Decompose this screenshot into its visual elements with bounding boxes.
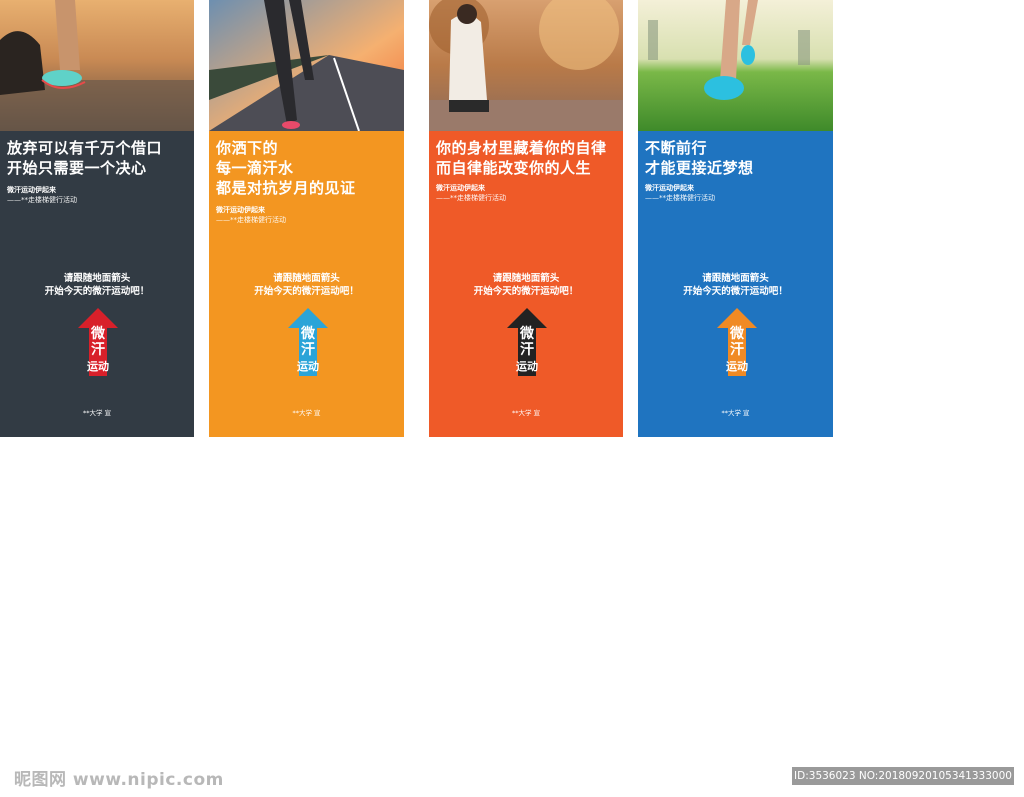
arrow-logo-text-1: 微 — [300, 325, 316, 342]
arrow-logo-text-2: 汗 — [520, 341, 534, 358]
headline: 不断前行 才能更接近梦想 — [645, 139, 754, 177]
headline: 你的身材里藏着你的自律 而自律能改变你的人生 — [436, 139, 607, 177]
instruction-line-1: 请跟随地面箭头 — [702, 273, 769, 284]
arrow-logo-text-2: 汗 — [730, 341, 744, 358]
event-name: ——**走楼梯健行活动 — [436, 194, 506, 202]
poster-banner-2: 你洒下的 每一滴汗水 都是对抗岁月的见证 微汗运动伊起来 ——**走楼梯健行活动… — [209, 0, 404, 437]
headline: 放弃可以有千万个借口 开始只需要一个决心 — [7, 139, 163, 177]
watermark-site-logo: 昵图网 www.nipic.com — [14, 770, 224, 790]
tagline: 微汗运动伊起来 — [216, 206, 265, 214]
instruction-line-1: 请跟随地面箭头 — [492, 273, 560, 284]
photo-road-runner — [209, 0, 404, 131]
poster-banner-3: 你的身材里藏着你的自律 而自律能改变你的人生 微汗运动伊起来 ——**走楼梯健行… — [429, 0, 623, 437]
event-name: ——**走楼梯健行活动 — [7, 196, 77, 204]
arrow-logo-text-1: 微 — [519, 325, 535, 342]
watermark-id-label: ID:3536023 NO:20180920105341333000 — [792, 767, 1014, 785]
arrow-logo-text-2: 汗 — [91, 341, 105, 358]
tagline: 微汗运动伊起来 — [7, 186, 56, 194]
arrow-logo-text-1: 微 — [90, 325, 106, 342]
poster-banner-4: 不断前行 才能更接近梦想 微汗运动伊起来 ——**走楼梯健行活动 请跟随地面箭头… — [638, 0, 833, 437]
instruction-text: 请跟随地面箭头 开始今天的微汗运动吧！ — [209, 272, 404, 298]
arrow-logo-text-3: 运动 — [726, 359, 748, 373]
arrow-logo-text-3: 运动 — [87, 359, 109, 373]
headline: 你洒下的 每一滴汗水 都是对抗岁月的见证 — [216, 139, 356, 197]
event-name: ——**走楼梯健行活动 — [216, 216, 286, 224]
poster-banner-1: 放弃可以有千万个借口 开始只需要一个决心 微汗运动伊起来 ——**走楼梯健行活动… — [0, 0, 194, 437]
instruction-line-2: 开始今天的微汗运动吧！ — [44, 286, 150, 297]
event-name: ——**走楼梯健行活动 — [645, 194, 715, 202]
arrow-logo-icon: 微 汗 运动 — [76, 308, 120, 376]
photo-grass-runner — [638, 0, 833, 131]
tagline: 微汗运动伊起来 — [436, 184, 485, 192]
arrow-logo-icon: 微 汗 运动 — [505, 308, 549, 376]
arrow-logo-icon: 微 汗 运动 — [286, 308, 330, 376]
arrow-logo-text-1: 微 — [729, 325, 745, 342]
instruction-line-2: 开始今天的微汗运动吧！ — [683, 286, 788, 297]
photo-park-runner — [429, 0, 623, 131]
issuer-label: **大学 宣 — [511, 409, 541, 417]
instruction-line-2: 开始今天的微汗运动吧！ — [254, 286, 359, 297]
issuer-label: **大学 宣 — [82, 409, 112, 417]
arrow-logo-icon: 微 汗 运动 — [715, 308, 759, 376]
photo-tying-shoes — [0, 0, 194, 131]
instruction-line-2: 开始今天的微汗运动吧！ — [473, 286, 579, 297]
arrow-logo-text-3: 运动 — [297, 359, 319, 373]
instruction-text: 请跟随地面箭头 开始今天的微汗运动吧！ — [0, 272, 194, 298]
tagline: 微汗运动伊起来 — [645, 184, 694, 192]
instruction-line-1: 请跟随地面箭头 — [273, 273, 340, 284]
arrow-logo-text-3: 运动 — [516, 359, 538, 373]
issuer-label: **大学 宣 — [292, 409, 321, 417]
instruction-text: 请跟随地面箭头 开始今天的微汗运动吧！ — [429, 272, 623, 298]
arrow-logo-text-2: 汗 — [301, 341, 315, 358]
instruction-line-1: 请跟随地面箭头 — [63, 273, 131, 284]
issuer-label: **大学 宣 — [721, 409, 750, 417]
instruction-text: 请跟随地面箭头 开始今天的微汗运动吧！ — [638, 272, 833, 298]
